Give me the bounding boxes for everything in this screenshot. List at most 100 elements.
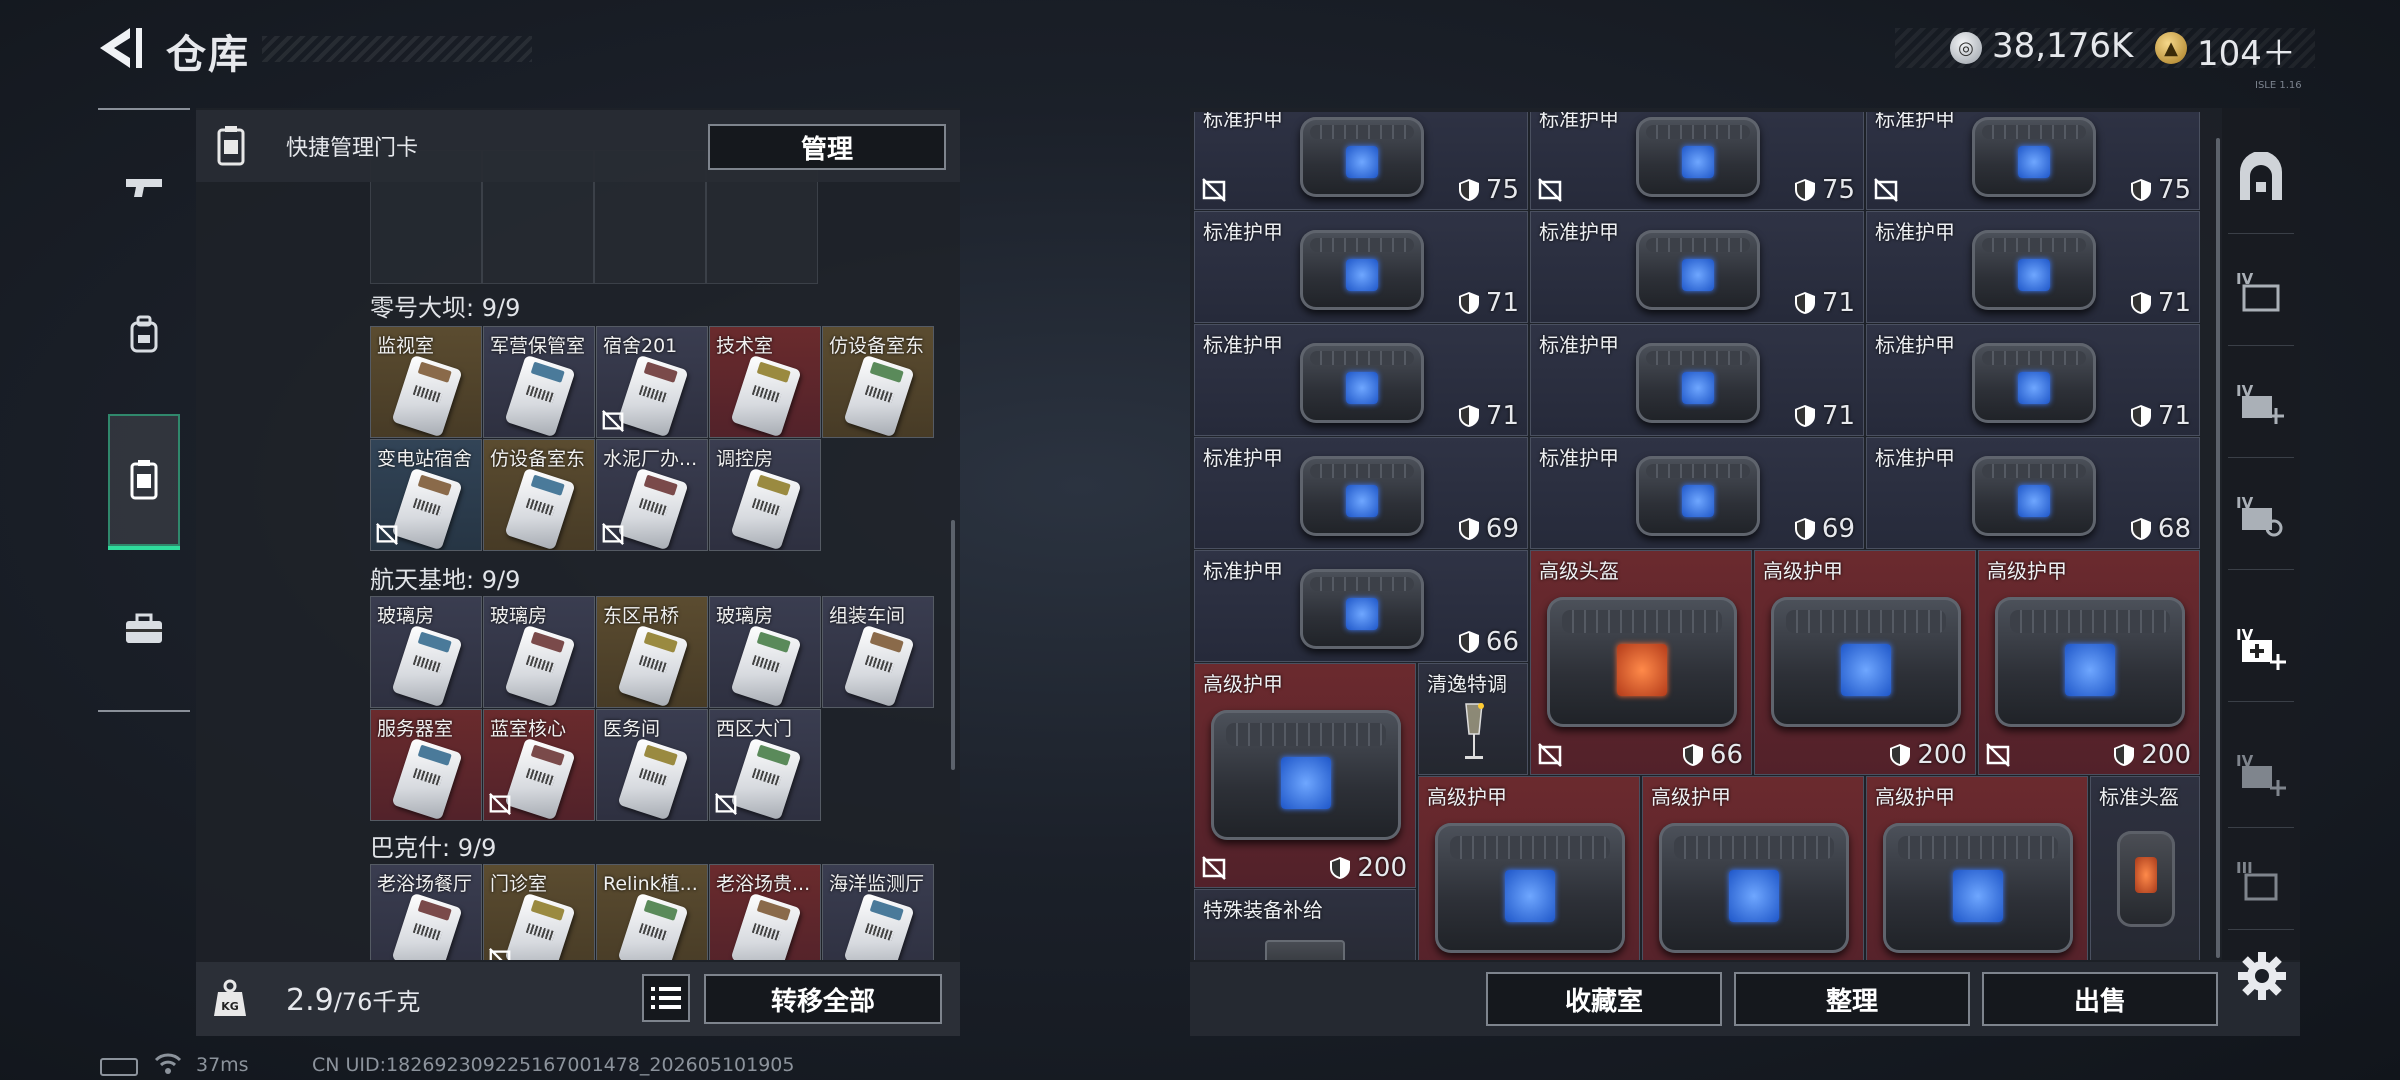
rail-tier3[interactable]: III: [2228, 830, 2294, 930]
nav-equipment[interactable]: [108, 290, 180, 380]
keycard-slot[interactable]: 变电站宿舍: [370, 439, 482, 551]
transfer-all-button[interactable]: 转移全部: [704, 974, 942, 1024]
inventory-item[interactable]: 高级头盔 66: [1530, 550, 1752, 775]
rail-tier4-containers[interactable]: IV: [2228, 236, 2294, 346]
keycard-scrollbar[interactable]: [951, 520, 955, 770]
inventory-item[interactable]: 标准护甲 69: [1194, 437, 1528, 549]
nav-keycards[interactable]: [108, 414, 180, 550]
keycard-name: 老浴场贵...: [716, 873, 811, 895]
version-label: ISLE 1.16: [2255, 80, 2302, 91]
keycard-slot[interactable]: 东区吊桥: [596, 596, 708, 708]
durability-value: 69: [1821, 514, 1855, 544]
inventory-item[interactable]: 标准护甲 71: [1530, 211, 1864, 323]
keycard-image: [391, 467, 463, 550]
manage-button[interactable]: 管理: [708, 124, 946, 170]
collection-room-button[interactable]: 收藏室: [1486, 972, 1722, 1026]
keycard-slot[interactable]: 监视室: [370, 326, 482, 438]
inventory-item[interactable]: 高级护甲: [1866, 776, 2088, 960]
tier3-icon: III: [2236, 859, 2278, 900]
keycard-slot[interactable]: 海洋监测厅: [822, 864, 934, 960]
keycard-image: [730, 892, 802, 960]
back-arrow-icon[interactable]: [96, 26, 144, 70]
shield-icon: [1458, 292, 1479, 314]
inventory-item[interactable]: 高级护甲: [1642, 776, 1864, 960]
durability: 71: [1458, 401, 1519, 431]
durability: 71: [1794, 288, 1855, 318]
inventory-item[interactable]: 标准护甲 71: [1866, 211, 2200, 323]
inventory-item[interactable]: 标准护甲 66: [1194, 550, 1528, 662]
inventory-item[interactable]: 标准护甲 71: [1194, 211, 1528, 323]
ticket-balance[interactable]: 104＋: [2197, 26, 2296, 75]
shield-icon: [1890, 744, 1911, 766]
keycard-slot[interactable]: 仿设备室东: [822, 326, 934, 438]
keycard-slot[interactable]: 军营保管室: [483, 326, 595, 438]
keycard-image: [617, 354, 689, 437]
inventory-item[interactable]: 标准护甲 75: [1194, 112, 1528, 210]
keycard-slot[interactable]: 老浴场贵...: [709, 864, 821, 960]
list-view-button[interactable]: [642, 974, 690, 1022]
durability: 66: [1682, 740, 1743, 770]
inventory-item[interactable]: 标准护甲 71: [1866, 324, 2200, 436]
rail-tier4-gear[interactable]: IV: [2228, 460, 2294, 570]
keycard-name: 仿设备室东: [490, 448, 586, 470]
keycard-slot[interactable]: Relink植...: [596, 864, 708, 960]
durability: 200: [1329, 853, 1407, 883]
keycard-slot[interactable]: 蓝室核心: [483, 709, 595, 821]
inventory-scrollbar[interactable]: [2216, 138, 2220, 958]
inventory-item[interactable]: 标准护甲 68: [1866, 437, 2200, 549]
keycard-name: 宿舍201: [603, 335, 678, 357]
keycard-name: 东区吊桥: [603, 605, 680, 627]
nav-supplies[interactable]: [108, 584, 180, 674]
inventory-item[interactable]: 特殊装备补给: [1194, 889, 1416, 960]
rail-all[interactable]: [2228, 124, 2294, 234]
rail-tier4-other[interactable]: IV: [2228, 718, 2294, 828]
keycard-slot[interactable]: 门诊室: [483, 864, 595, 960]
keycard-name: 门诊室: [490, 873, 548, 895]
inventory-item[interactable]: 标准护甲 71: [1194, 324, 1528, 436]
inventory-item[interactable]: 高级护甲: [1418, 776, 1640, 960]
settings-gear-icon[interactable]: [2236, 950, 2288, 1002]
rail-tier4-medical[interactable]: IV: [2228, 348, 2294, 458]
durability: 69: [1794, 514, 1855, 544]
keycard-slot[interactable]: 技术室: [709, 326, 821, 438]
keycard-slot[interactable]: 医务间: [596, 709, 708, 821]
durability: 200: [1889, 740, 1967, 770]
inventory-item[interactable]: 高级护甲 200: [1754, 550, 1976, 775]
tier-plus-icon: IV: [2236, 752, 2286, 796]
keycard-image: [730, 737, 802, 820]
nav-weapons[interactable]: [108, 144, 180, 234]
keycard-slot[interactable]: 水泥厂办...: [596, 439, 708, 551]
keycard-slot[interactable]: 调控房: [709, 439, 821, 551]
armor-image: [1972, 456, 2096, 536]
item-name: 标准护甲: [1875, 220, 1955, 244]
inventory-item[interactable]: 高级护甲 200: [1194, 663, 1416, 888]
keycard-slot[interactable]: 宿舍201: [596, 326, 708, 438]
inventory-item[interactable]: 标准护甲 71: [1530, 324, 1864, 436]
keycard-slot[interactable]: 西区大门: [709, 709, 821, 821]
sell-button[interactable]: 出售: [1982, 972, 2218, 1026]
durability-value: 75: [1821, 175, 1855, 205]
item-name: 清逸特调: [1427, 672, 1507, 696]
keycard-slot[interactable]: 仿设备室东: [483, 439, 595, 551]
keycard-slot[interactable]: 玻璃房: [370, 596, 482, 708]
rail-tier4-medkit-active[interactable]: IV: [2228, 592, 2294, 702]
inventory-item[interactable]: 标准护甲 75: [1530, 112, 1864, 210]
inventory-item[interactable]: 清逸特调: [1418, 663, 1528, 775]
inventory-item[interactable]: 标准头盔: [2090, 776, 2200, 960]
keycard-slot[interactable]: 服务器室: [370, 709, 482, 821]
keycard-slot[interactable]: 组装车间: [822, 596, 934, 708]
inventory-item[interactable]: 标准护甲 75: [1866, 112, 2200, 210]
wifi-icon: [154, 1053, 182, 1074]
durability-value: 200: [2141, 740, 2191, 770]
shield-icon: [1794, 405, 1815, 427]
durability-value: 71: [2157, 288, 2191, 318]
inventory-item[interactable]: 高级护甲 200: [1978, 550, 2200, 775]
svg-text:KG: KG: [221, 1000, 239, 1013]
inventory-item[interactable]: 标准护甲 69: [1530, 437, 1864, 549]
keycard-slot[interactable]: 老浴场餐厅: [370, 864, 482, 960]
durability: 71: [2130, 288, 2191, 318]
sort-button[interactable]: 整理: [1734, 972, 1970, 1026]
item-name: 标准护甲: [1203, 559, 1283, 583]
keycard-slot[interactable]: 玻璃房: [483, 596, 595, 708]
keycard-slot[interactable]: 玻璃房: [709, 596, 821, 708]
